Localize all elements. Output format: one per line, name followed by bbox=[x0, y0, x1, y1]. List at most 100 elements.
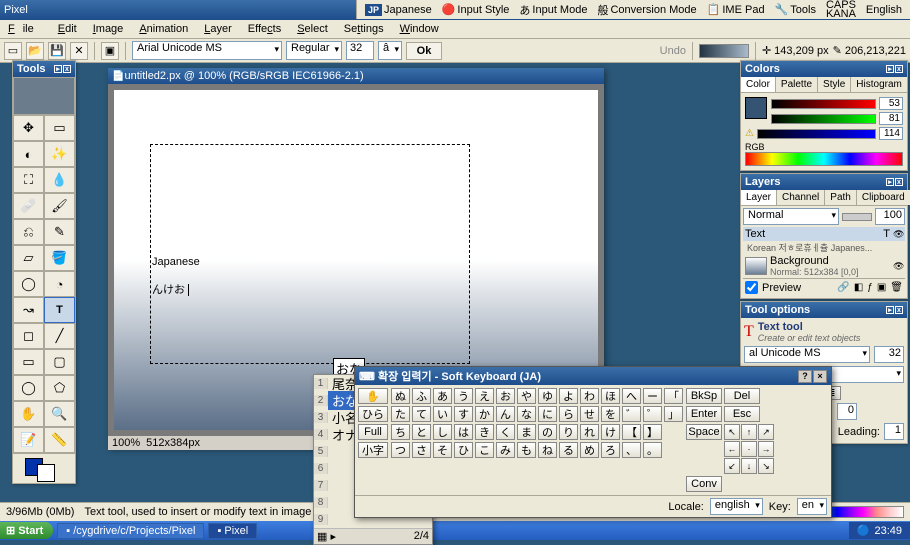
opacity-input[interactable]: 100 bbox=[875, 208, 905, 225]
tab-color[interactable]: Color bbox=[741, 77, 776, 92]
sk-char-key[interactable]: そ bbox=[433, 442, 452, 458]
blend-mode-select[interactable]: Normal bbox=[743, 208, 839, 225]
sk-char-key[interactable]: さ bbox=[412, 442, 431, 458]
sk-char-key[interactable]: こ bbox=[475, 442, 494, 458]
sk-conv[interactable]: Conv bbox=[686, 476, 722, 492]
opt-font-select[interactable]: al Unicode MS bbox=[744, 346, 870, 363]
sk-char-key[interactable]: の bbox=[538, 424, 557, 440]
zoom-readout[interactable]: 100% bbox=[112, 437, 140, 449]
g-slider[interactable] bbox=[771, 114, 876, 124]
marquee-tool[interactable]: ▭ bbox=[44, 115, 75, 141]
ellipse-tool[interactable]: ◯ bbox=[13, 375, 44, 401]
sk-char-key[interactable]: ま bbox=[517, 424, 536, 440]
sk-ne[interactable]: ↗ bbox=[758, 424, 774, 440]
preview-checkbox[interactable] bbox=[745, 281, 758, 294]
sk-char-key[interactable]: ら bbox=[559, 406, 578, 422]
sk-char-key[interactable]: は bbox=[454, 424, 473, 440]
ime-input-mode[interactable]: あInput Mode bbox=[515, 0, 591, 20]
ime-japanese[interactable]: JPJapanese bbox=[361, 2, 436, 18]
sk-full-key[interactable]: Full bbox=[358, 424, 388, 440]
eraser-tool[interactable]: ▱ bbox=[13, 245, 44, 271]
sk-char-key[interactable]: る bbox=[559, 442, 578, 458]
spectrum-picker[interactable] bbox=[745, 152, 903, 166]
sk-char-key[interactable]: よ bbox=[559, 388, 578, 404]
close-icon[interactable]: x bbox=[895, 306, 903, 314]
font-size-input[interactable]: 32 bbox=[346, 41, 374, 60]
sk-char-key[interactable]: 】 bbox=[643, 424, 662, 440]
tab-layer[interactable]: Layer bbox=[741, 190, 777, 205]
sk-char-key[interactable]: す bbox=[454, 406, 473, 422]
menu-animation[interactable]: Animation bbox=[131, 21, 196, 37]
sk-char-key[interactable]: て bbox=[412, 406, 431, 422]
close-icon[interactable]: x bbox=[895, 65, 903, 73]
zoom-tool[interactable]: 🔍 bbox=[44, 401, 75, 427]
sk-char-key[interactable]: あ bbox=[433, 388, 452, 404]
blur-tool[interactable]: ◯ bbox=[13, 271, 44, 297]
collapse-icon[interactable]: ▸ bbox=[886, 178, 894, 186]
sk-char-key[interactable]: 」 bbox=[664, 406, 683, 422]
tab-palette[interactable]: Palette bbox=[776, 77, 818, 92]
tab-channel[interactable]: Channel bbox=[777, 190, 825, 205]
tray-icon[interactable]: 🔵 bbox=[857, 524, 871, 537]
soft-keyboard-title[interactable]: ⌨ 확장 입력기 - Soft Keyboard (JA) ?× bbox=[355, 367, 831, 385]
sk-hira-key[interactable]: ひら bbox=[358, 406, 388, 422]
sk-hand-key[interactable]: ✋ bbox=[358, 388, 388, 404]
gradient-preview[interactable] bbox=[699, 44, 749, 58]
measure-tool[interactable]: 📏 bbox=[44, 427, 75, 453]
menu-edit[interactable]: Edit bbox=[50, 21, 85, 37]
leading-input[interactable]: 1 bbox=[884, 423, 904, 440]
sk-center[interactable]: · bbox=[741, 441, 757, 457]
lasso-tool[interactable]: ◐ bbox=[13, 141, 44, 167]
fx-icon[interactable]: ƒ bbox=[867, 282, 873, 293]
start-button[interactable]: ⊞Start bbox=[0, 522, 53, 539]
sk-char-key[interactable]: ね bbox=[538, 442, 557, 458]
canvas-text[interactable]: Japanese んけお bbox=[152, 244, 200, 300]
menu-window[interactable]: Window bbox=[392, 21, 447, 37]
b-value[interactable]: 114 bbox=[879, 127, 903, 140]
sk-sw[interactable]: ↙ bbox=[724, 458, 740, 474]
ime-tools[interactable]: 🔧Tools bbox=[771, 1, 820, 18]
sk-char-key[interactable]: か bbox=[475, 406, 494, 422]
gamut-warning-icon[interactable]: ⚠ bbox=[745, 128, 754, 139]
sk-char-key[interactable]: ほ bbox=[601, 388, 620, 404]
layer-text[interactable]: Text T 👁 bbox=[743, 227, 905, 241]
sk-char-key[interactable]: 、 bbox=[622, 442, 641, 458]
menu-effects[interactable]: Effects bbox=[240, 21, 289, 37]
sk-nw[interactable]: ↖ bbox=[724, 424, 740, 440]
sk-small-key[interactable]: 小字 bbox=[358, 442, 388, 458]
sk-char-key[interactable]: に bbox=[538, 406, 557, 422]
colors-header[interactable]: Colors▸x bbox=[741, 61, 907, 77]
font-select[interactable]: Arial Unicode MS bbox=[132, 41, 282, 60]
help-button[interactable]: ? bbox=[798, 370, 812, 383]
wand-tool[interactable]: ✨ bbox=[44, 141, 75, 167]
pencil-tool[interactable]: ✎ bbox=[44, 219, 75, 245]
sk-char-key[interactable]: ん bbox=[496, 406, 515, 422]
sk-char-key[interactable]: れ bbox=[580, 424, 599, 440]
notes-tool[interactable]: 📝 bbox=[13, 427, 44, 453]
hand-tool[interactable]: ✋ bbox=[13, 401, 44, 427]
stamp-tool[interactable]: ⎌ bbox=[13, 219, 44, 245]
sk-char-key[interactable]: お bbox=[496, 388, 515, 404]
sk-char-key[interactable]: せ bbox=[580, 406, 599, 422]
sk-esc[interactable]: Esc bbox=[724, 406, 760, 422]
sk-char-key[interactable]: う bbox=[454, 388, 473, 404]
opt-size-input[interactable]: 32 bbox=[874, 346, 904, 363]
sk-key-select[interactable]: en bbox=[797, 498, 827, 515]
layer-background[interactable]: Background Normal: 512x384 [0,0] 👁 bbox=[743, 254, 905, 278]
sk-char-key[interactable]: い bbox=[433, 406, 452, 422]
sk-char-key[interactable]: な bbox=[517, 406, 536, 422]
ime-conversion-mode[interactable]: 般Conversion Mode bbox=[593, 0, 700, 20]
sk-char-key[interactable]: 「 bbox=[664, 388, 683, 404]
sk-char-key[interactable]: ゆ bbox=[538, 388, 557, 404]
sk-char-key[interactable]: ゜ bbox=[643, 406, 662, 422]
collapse-icon[interactable]: ▸ bbox=[886, 306, 894, 314]
sk-backspace[interactable]: BkSp bbox=[686, 388, 722, 404]
taskbar-item[interactable]: ▪Pixel bbox=[208, 523, 257, 539]
sk-up[interactable]: ↑ bbox=[741, 424, 757, 440]
sk-char-key[interactable]: ろ bbox=[601, 442, 620, 458]
menu-layer[interactable]: Layer bbox=[196, 21, 240, 37]
path-tool[interactable]: ↝ bbox=[13, 297, 44, 323]
sk-char-key[interactable]: と bbox=[412, 424, 431, 440]
sk-locale-select[interactable]: english bbox=[710, 498, 763, 515]
sk-char-key[interactable]: く bbox=[496, 424, 515, 440]
